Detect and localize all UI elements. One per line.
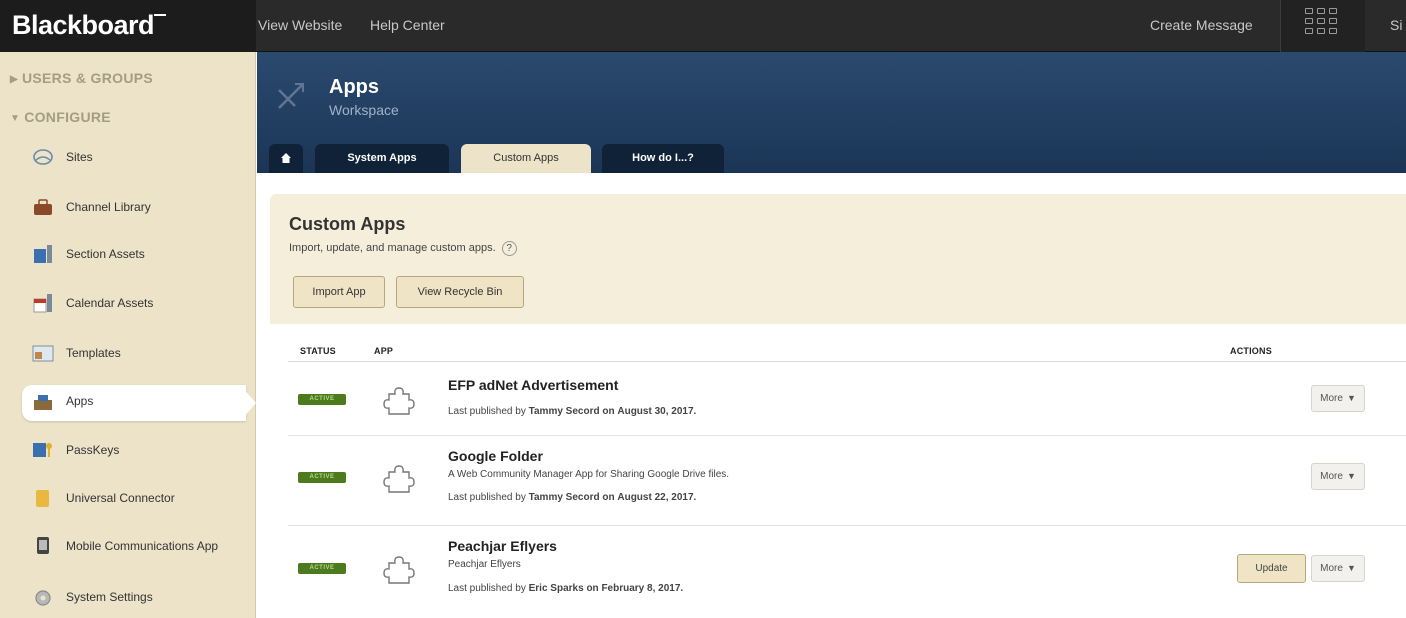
tab-system-apps[interactable]: System Apps	[315, 144, 449, 173]
sign-in-link[interactable]: Si	[1390, 0, 1402, 52]
status-badge: ACTIVE	[298, 472, 346, 483]
last-published: Last published by Tammy Secord on August…	[448, 406, 697, 417]
blackboard-logo[interactable]: Blackboard	[0, 0, 256, 52]
sidebar-item-label: Universal Connector	[66, 491, 175, 505]
calendar-assets-icon	[33, 294, 52, 313]
apps-table: STATUS APP ACTIONS ACTIVE EFP adNet Adve…	[270, 324, 1406, 618]
system-settings-icon	[35, 590, 51, 606]
top-navigation-bar: Blackboard View Website Help Center Crea…	[0, 0, 1406, 52]
sidebar-item-label: Sites	[66, 150, 93, 164]
channel-library-icon	[34, 199, 52, 215]
column-header-actions: ACTIONS	[1230, 346, 1272, 356]
import-app-button[interactable]: Import App	[293, 276, 385, 308]
chevron-right-icon: ▶	[10, 74, 18, 85]
page-title: Apps	[329, 76, 379, 98]
tools-icon	[278, 83, 304, 109]
caret-down-icon: ▼	[1346, 563, 1356, 573]
view-website-link[interactable]: View Website	[258, 0, 342, 52]
mobile-communications-icon	[37, 537, 49, 554]
sites-icon	[33, 149, 53, 165]
brand-name: Blackboard	[12, 10, 155, 40]
sidebar-item-calendar-assets[interactable]: Calendar Assets	[0, 284, 256, 324]
app-grid-button[interactable]	[1281, 0, 1365, 52]
sidebar-item-label: Apps	[66, 394, 94, 408]
app-description: Peachjar Eflyers	[448, 559, 521, 570]
section-label: USERS & GROUPS	[22, 70, 153, 86]
more-button[interactable]: More ▼	[1311, 463, 1365, 490]
column-header-app: APP	[374, 346, 394, 356]
section-title: Custom Apps	[289, 214, 406, 234]
sidebar-item-channel-library[interactable]: Channel Library	[0, 188, 256, 228]
content-header: Custom Apps Import, update, and manage c…	[270, 194, 1406, 324]
brand-mark	[154, 14, 166, 20]
active-indicator-arrow	[240, 385, 256, 421]
section-label: CONFIGURE	[24, 109, 111, 125]
active-indicator	[22, 385, 246, 421]
more-button[interactable]: More ▼	[1311, 555, 1365, 582]
tab-how-do-i[interactable]: How do I...?	[602, 144, 724, 173]
section-assets-icon	[34, 245, 52, 263]
sidebar-item-label: Section Assets	[66, 247, 145, 261]
sidebar-item-apps[interactable]: Apps	[0, 382, 256, 422]
sidebar-item-universal-connector[interactable]: Universal Connector	[0, 479, 256, 519]
column-header-status: STATUS	[300, 346, 336, 356]
table-row: ACTIVE Google Folder A Web Community Man…	[288, 436, 1406, 526]
home-icon	[281, 153, 291, 163]
more-button[interactable]: More ▼	[1311, 385, 1365, 412]
tab-home[interactable]	[269, 144, 303, 173]
view-recycle-bin-button[interactable]: View Recycle Bin	[396, 276, 524, 308]
last-published: Last published by Tammy Secord on August…	[448, 492, 697, 503]
app-description: A Web Community Manager App for Sharing …	[448, 469, 730, 480]
sidebar-item-label: Mobile Communications App	[66, 539, 219, 553]
sidebar-item-templates[interactable]: Templates	[0, 334, 256, 374]
app-name[interactable]: EFP adNet Advertisement	[448, 377, 618, 393]
tab-custom-apps[interactable]: Custom Apps	[461, 144, 591, 173]
sidebar-item-label: Calendar Assets	[66, 296, 154, 310]
table-row: ACTIVE EFP adNet Advertisement Last publ…	[288, 362, 1406, 436]
puzzle-piece-icon	[383, 387, 415, 415]
app-name[interactable]: Peachjar Eflyers	[448, 538, 557, 554]
puzzle-piece-icon	[383, 465, 415, 493]
sidebar-item-system-settings[interactable]: System Settings	[0, 578, 256, 618]
create-message-link[interactable]: Create Message	[1150, 0, 1253, 52]
sidebar-item-label: Channel Library	[66, 200, 151, 214]
status-badge: ACTIVE	[298, 563, 346, 574]
page-subtitle: Workspace	[329, 102, 399, 118]
help-center-link[interactable]: Help Center	[370, 0, 445, 52]
update-button[interactable]: Update	[1237, 554, 1306, 583]
puzzle-piece-icon	[383, 556, 415, 584]
sidebar-item-label: PassKeys	[66, 443, 120, 457]
chevron-down-icon: ▼	[10, 113, 21, 124]
sidebar: ▶ USERS & GROUPS ▼ CONFIGURE Sites Channel…	[0, 52, 256, 618]
status-badge: ACTIVE	[298, 394, 346, 405]
caret-down-icon: ▼	[1346, 393, 1356, 403]
help-icon[interactable]: ?	[501, 241, 517, 256]
page-header: Apps Workspace System Apps Custom Apps H…	[257, 52, 1406, 173]
templates-icon	[32, 345, 54, 362]
sidebar-item-sites[interactable]: Sites	[0, 138, 256, 178]
sidebar-item-passkeys[interactable]: PassKeys	[0, 431, 256, 471]
universal-connector-icon	[36, 490, 49, 507]
last-published: Last published by Eric Sparks on Februar…	[448, 583, 684, 594]
caret-down-icon: ▼	[1346, 471, 1356, 481]
section-configure[interactable]: ▼ CONFIGURE	[10, 109, 111, 125]
app-grid-icon	[1305, 8, 1337, 44]
apps-icon	[34, 395, 52, 410]
passkeys-icon	[33, 443, 52, 457]
sidebar-item-label: System Settings	[66, 590, 153, 604]
description-text: Import, update, and manage custom apps.	[289, 242, 496, 254]
sidebar-item-mobile-communications-app[interactable]: Mobile Communications App	[0, 527, 256, 567]
app-name[interactable]: Google Folder	[448, 448, 543, 464]
table-row: ACTIVE Peachjar Eflyers Peachjar Eflyers…	[288, 526, 1406, 618]
section-users-groups[interactable]: ▶ USERS & GROUPS	[10, 70, 153, 86]
sidebar-item-section-assets[interactable]: Section Assets	[0, 235, 256, 275]
sidebar-item-label: Templates	[66, 346, 121, 360]
section-description: Import, update, and manage custom apps.?	[289, 241, 517, 256]
